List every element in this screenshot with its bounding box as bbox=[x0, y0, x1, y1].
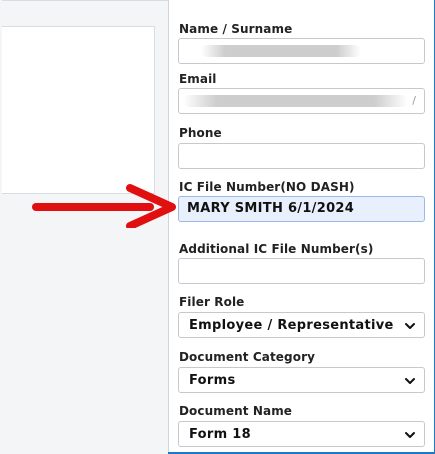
left-divider bbox=[2, 0, 168, 1]
email-field[interactable]: / bbox=[178, 88, 425, 114]
filing-form: Name / Surname Email / Phone IC File Num… bbox=[168, 0, 434, 452]
document-category-select[interactable]: Forms bbox=[178, 367, 425, 393]
email-tail: / bbox=[412, 94, 416, 107]
email-label: Email bbox=[179, 72, 217, 86]
chevron-down-icon bbox=[405, 378, 415, 384]
name-label: Name / Surname bbox=[179, 22, 293, 36]
chevron-down-icon bbox=[405, 323, 415, 329]
ic-file-number-value: MARY SMITH 6/1/2024 bbox=[187, 201, 355, 216]
additional-ic-field[interactable] bbox=[178, 258, 425, 284]
document-name-value: Form 18 bbox=[189, 427, 251, 442]
red-arrow-annotation bbox=[32, 184, 176, 228]
document-name-label: Document Name bbox=[179, 404, 293, 418]
phone-label: Phone bbox=[179, 126, 222, 140]
chevron-down-icon bbox=[405, 432, 415, 438]
name-field[interactable] bbox=[178, 38, 425, 64]
ic-file-number-field[interactable]: MARY SMITH 6/1/2024 bbox=[178, 196, 425, 222]
document-category-value: Forms bbox=[189, 373, 236, 388]
phone-field[interactable] bbox=[178, 143, 425, 169]
ic-file-number-label: IC File Number(NO DASH) bbox=[179, 180, 355, 194]
filer-role-value: Employee / Representative bbox=[189, 318, 394, 333]
additional-ic-label: Additional IC File Number(s) bbox=[179, 242, 374, 256]
document-name-select[interactable]: Form 18 bbox=[178, 421, 425, 447]
filer-role-select[interactable]: Employee / Representative bbox=[178, 312, 425, 338]
filer-role-label: Filer Role bbox=[179, 295, 245, 309]
left-content-card bbox=[2, 26, 155, 194]
document-category-label: Document Category bbox=[179, 350, 316, 364]
